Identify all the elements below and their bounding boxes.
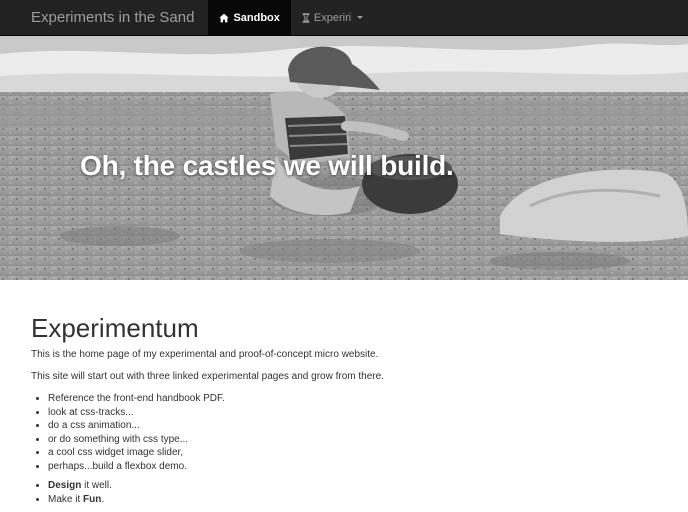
list-item-bold: Design [48,480,82,491]
todo-list: Reference the front-end handbook PDF. lo… [48,392,651,473]
list-item: do a css animation... [48,419,651,433]
list-item-rest: it well. [81,480,112,491]
nav-item-sandbox[interactable]: Sandbox [208,0,291,35]
nav-item-experiri-dropdown[interactable]: Experiri [291,0,374,35]
main-content: Experimentum This is the home page of my… [31,312,651,512]
list-item: or do something with css type... [48,433,651,447]
principles-list: Design it well. Make it Fun. [48,479,651,506]
hourglass-icon [302,12,310,23]
list-item: look at css-tracks... [48,406,651,420]
navbar: Experiments in the Sand Sandbox Experiri [0,0,688,36]
list-item-rest: . [101,493,105,505]
nav-item-experiri-label: Experiri [313,11,352,24]
plan-paragraph: This site will start out with three link… [31,371,384,382]
list-item-bold: Fun [83,493,102,505]
brand-link[interactable]: Experiments in the Sand [0,0,208,35]
nav-item-sandbox-label: Sandbox [233,11,280,24]
home-icon [219,13,230,23]
hero-title: Oh, the castles we will build. [80,150,454,181]
list-item-plain: Make it [48,493,84,505]
list-item: Make it Fun. [48,493,651,507]
list-item: perhaps...build a flexbox demo. [48,460,651,474]
chevron-down-icon [357,16,364,19]
hero-banner: Oh, the castles we will build. [0,36,688,280]
list-item: a cool css widget image slider, [48,446,651,460]
list-item: Reference the front-end handbook PDF. [48,392,651,406]
list-item: Design it well. [48,479,651,493]
page-title: Experimentum [31,313,199,343]
intro-paragraph: This is the home page of my experimental… [31,349,379,360]
